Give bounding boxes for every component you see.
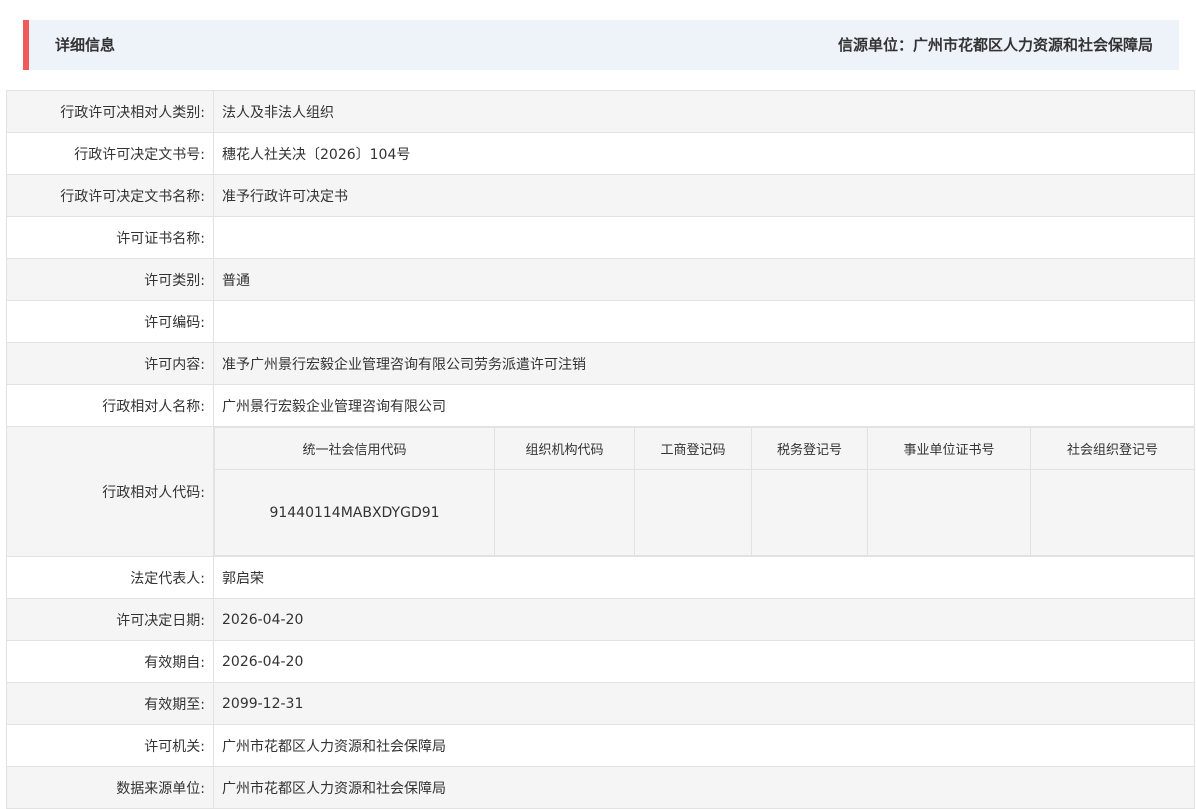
table-row-decision-date: 许可决定日期: 2026-04-20 (6, 598, 1195, 641)
column-header-credit-code: 统一社会信用代码 (214, 427, 495, 470)
cell-tax-reg-number (751, 469, 868, 556)
field-label: 许可决定日期: (6, 598, 214, 641)
column-header-org-code: 组织机构代码 (494, 427, 635, 470)
column-header-social-org-reg-number: 社会组织登记号 (1030, 427, 1195, 470)
field-label: 行政许可决定文书名称: (6, 174, 214, 217)
field-value: 法人及非法人组织 (213, 90, 1195, 133)
field-label: 行政许可决定文书号: (6, 132, 214, 175)
field-value: 穗花人社关决〔2026〕104号 (213, 132, 1195, 175)
table-row-document-name: 行政许可决定文书名称: 准予行政许可决定书 (6, 174, 1195, 217)
table-row-license-content: 许可内容: 准予广州景行宏毅企业管理咨询有限公司劳务派遣许可注销 (6, 342, 1195, 385)
cell-social-org-reg-number (1030, 469, 1195, 556)
detail-header: 详细信息 信源单位：广州市花都区人力资源和社会保障局 (23, 20, 1179, 70)
field-value: 广州市花都区人力资源和社会保障局 (213, 724, 1195, 767)
table-row-data-source-unit: 数据来源单位: 广州市花都区人力资源和社会保障局 (6, 766, 1195, 809)
column-header-tax-reg-number: 税务登记号 (751, 427, 868, 470)
field-label: 有效期自: (6, 640, 214, 683)
table-row-valid-to: 有效期至: 2099-12-31 (6, 682, 1195, 725)
field-label: 许可内容: (6, 342, 214, 385)
field-label: 法定代表人: (6, 556, 214, 599)
column-header-institution-cert-number: 事业单位证书号 (867, 427, 1031, 470)
table-row-valid-from: 有效期自: 2026-04-20 (6, 640, 1195, 683)
field-value: 普通 (213, 258, 1195, 301)
field-value: 广州景行宏毅企业管理咨询有限公司 (213, 384, 1195, 427)
header-accent-bar (23, 20, 29, 70)
field-value (213, 300, 1195, 343)
field-value (213, 216, 1195, 259)
table-row-license-code: 许可编码: (6, 300, 1195, 343)
field-value: 广州市花都区人力资源和社会保障局 (213, 766, 1195, 809)
field-label: 许可编码: (6, 300, 214, 343)
field-label: 许可类别: (6, 258, 214, 301)
detail-table: 行政许可决相对人类别: 法人及非法人组织 行政许可决定文书号: 穗花人社关决〔2… (6, 90, 1195, 809)
table-row-relative-name: 行政相对人名称: 广州景行宏毅企业管理咨询有限公司 (6, 384, 1195, 427)
column-header-business-reg-code: 工商登记码 (634, 427, 752, 470)
table-row-licensing-authority: 许可机关: 广州市花都区人力资源和社会保障局 (6, 724, 1195, 767)
field-value: 2099-12-31 (213, 682, 1195, 725)
field-label: 有效期至: (6, 682, 214, 725)
field-label: 行政相对人名称: (6, 384, 214, 427)
header-source-unit: 信源单位：广州市花都区人力资源和社会保障局 (837, 36, 1153, 54)
table-row-relative-code: 行政相对人代码: 统一社会信用代码 组织机构代码 工商登记码 税务登记号 事业单… (6, 426, 1195, 557)
header-title: 详细信息 (55, 36, 116, 54)
table-row-document-number: 行政许可决定文书号: 穗花人社关决〔2026〕104号 (6, 132, 1195, 175)
code-table-value-row: 91440114MABXDYGD91 (214, 469, 1195, 556)
field-label: 行政许可决相对人类别: (6, 90, 214, 133)
table-row-legal-representative: 法定代表人: 郭启荣 (6, 556, 1195, 599)
field-value: 准予广州景行宏毅企业管理咨询有限公司劳务派遣许可注销 (213, 342, 1195, 385)
table-row-license-category: 许可类别: 普通 (6, 258, 1195, 301)
field-value: 准予行政许可决定书 (213, 174, 1195, 217)
table-row-certificate-name: 许可证书名称: (6, 216, 1195, 259)
cell-org-code (494, 469, 635, 556)
cell-credit-code: 91440114MABXDYGD91 (214, 469, 495, 556)
field-label: 行政相对人代码: (6, 426, 214, 557)
field-value: 郭启荣 (213, 556, 1195, 599)
relative-code-table: 统一社会信用代码 组织机构代码 工商登记码 税务登记号 事业单位证书号 社会组织… (214, 427, 1195, 556)
cell-business-reg-code (634, 469, 752, 556)
field-label: 许可机关: (6, 724, 214, 767)
field-value: 2026-04-20 (213, 640, 1195, 683)
field-label: 数据来源单位: (6, 766, 214, 809)
field-label: 许可证书名称: (6, 216, 214, 259)
table-row-relative-type: 行政许可决相对人类别: 法人及非法人组织 (6, 90, 1195, 133)
field-value-code-table: 统一社会信用代码 组织机构代码 工商登记码 税务登记号 事业单位证书号 社会组织… (213, 426, 1195, 557)
code-table-header-row: 统一社会信用代码 组织机构代码 工商登记码 税务登记号 事业单位证书号 社会组织… (214, 427, 1195, 470)
cell-institution-cert-number (867, 469, 1031, 556)
field-value: 2026-04-20 (213, 598, 1195, 641)
